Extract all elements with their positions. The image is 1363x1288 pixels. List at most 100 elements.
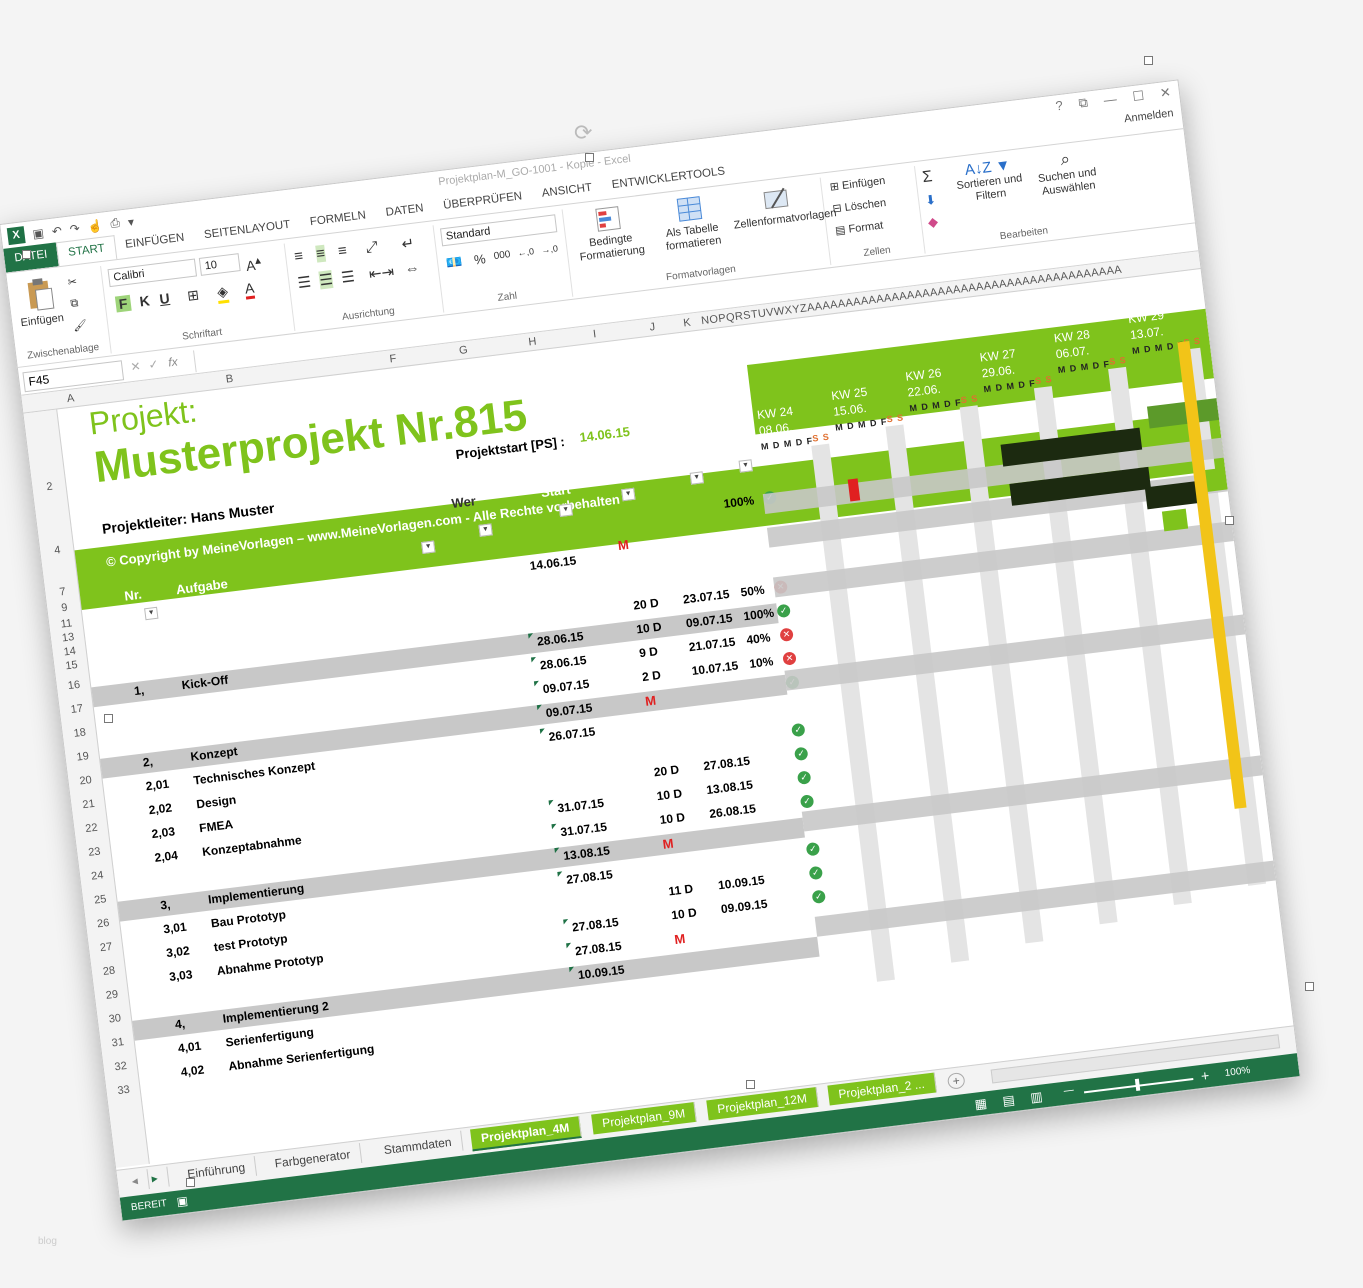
column-header-i[interactable]: I <box>592 328 597 340</box>
column-header-h[interactable]: H <box>528 336 537 349</box>
normal-view-icon[interactable]: ▦ <box>974 1095 988 1112</box>
filter-button-who[interactable]: ▼ <box>478 523 493 537</box>
row-header[interactable]: 16 <box>56 677 91 693</box>
thousands-button[interactable]: 000 <box>493 249 511 262</box>
filter-button-duration[interactable]: ▼ <box>621 487 636 502</box>
add-sheet-icon[interactable]: + <box>946 1071 966 1090</box>
filter-button-start[interactable]: ▼ <box>558 503 573 517</box>
rotate-handle-icon[interactable]: ⟳ <box>574 120 592 146</box>
borders-icon[interactable]: ⊞ <box>186 286 200 304</box>
minimize-icon[interactable]: — <box>1103 91 1118 108</box>
find-select-button[interactable]: ⌕ Suchen und Auswählen <box>1026 145 1107 200</box>
delete-cells-button[interactable]: ⊟ Löschen <box>832 196 887 215</box>
decimal-decrease-icon[interactable]: →,0 <box>541 243 559 255</box>
resize-handle-bottom-middle[interactable] <box>746 1080 755 1089</box>
resize-handle-top-left[interactable] <box>22 250 31 259</box>
row-header[interactable]: 26 <box>86 916 121 932</box>
align-left-icon[interactable]: ☰ <box>297 273 312 293</box>
format-as-table-button[interactable]: Als Tabelle formatieren <box>648 191 734 255</box>
column-header-g[interactable]: G <box>458 344 468 357</box>
row-header[interactable]: 19 <box>65 749 100 765</box>
redo-icon[interactable]: ↷ <box>69 221 81 236</box>
filter-button-nr[interactable]: ▼ <box>144 606 159 621</box>
row-header[interactable]: 9 <box>47 600 82 616</box>
row-header[interactable]: 24 <box>80 868 115 884</box>
copy-icon[interactable]: ⧉ <box>70 297 79 311</box>
column-header-b[interactable]: B <box>225 373 234 386</box>
column-header-a[interactable]: A <box>66 392 75 405</box>
paste-button[interactable]: Einfügen <box>15 275 65 329</box>
cancel-formula-icon[interactable]: ✕ <box>130 359 142 374</box>
filter-button-end[interactable]: ▼ <box>689 471 705 485</box>
sheet-nav-next-icon[interactable]: ▸ <box>140 1166 170 1190</box>
zoom-out-icon[interactable]: — <box>1063 1085 1074 1097</box>
row-header[interactable]: 30 <box>97 1011 132 1027</box>
row-header[interactable]: 4 <box>40 542 75 558</box>
italic-button[interactable]: K <box>139 292 151 309</box>
save-icon[interactable]: ▣ <box>32 225 45 240</box>
macro-record-icon[interactable]: ▣ <box>176 1193 189 1208</box>
resize-handle-right-middle[interactable] <box>1225 516 1234 525</box>
grow-font-icon[interactable]: A▴ <box>245 253 262 274</box>
customize-qat-icon[interactable]: ▾ <box>127 214 135 229</box>
insert-cells-button[interactable]: ⊞ Einfügen <box>829 174 886 194</box>
row-header[interactable]: 32 <box>103 1059 138 1075</box>
row-header[interactable]: 23 <box>77 844 112 860</box>
align-top-icon[interactable]: ≡ <box>293 247 304 265</box>
row-header[interactable]: 17 <box>59 701 94 717</box>
column-header-f[interactable]: F <box>389 353 397 366</box>
row-header[interactable]: 31 <box>100 1035 135 1051</box>
autosum-icon[interactable]: Σ <box>921 168 933 187</box>
conditional-formatting-button[interactable]: Bedingte Formatierung <box>567 201 653 265</box>
wrap-text-icon[interactable]: ↵ <box>401 234 416 253</box>
row-header[interactable]: 15 <box>54 658 89 674</box>
filter-button-task[interactable]: ▼ <box>421 540 436 555</box>
number-format-select[interactable]: Standard <box>439 214 558 247</box>
page-break-view-icon[interactable]: ▥ <box>1029 1089 1043 1106</box>
page-layout-view-icon[interactable]: ▤ <box>1002 1092 1016 1109</box>
currency-icon[interactable]: 💶 <box>445 254 463 272</box>
decimal-increase-icon[interactable]: ←,0 <box>517 246 535 258</box>
touch-mode-icon[interactable]: ☝ <box>87 218 104 234</box>
cell-styles-button[interactable]: Zellenformatvorlagen <box>730 180 837 232</box>
fill-color-icon[interactable]: ◈ <box>216 282 230 304</box>
row-header[interactable]: 7 <box>45 584 80 600</box>
column-header-k[interactable]: K <box>683 317 692 330</box>
align-bottom-icon[interactable]: ≡ <box>337 242 348 260</box>
align-middle-icon[interactable]: ≡ <box>315 244 326 263</box>
insert-function-button[interactable]: fx <box>167 354 178 369</box>
row-header[interactable]: 29 <box>94 987 129 1003</box>
clear-icon[interactable]: ◆ <box>927 214 939 231</box>
format-painter-icon[interactable]: 🖌 <box>72 318 88 333</box>
help-icon[interactable]: ? <box>1055 98 1064 115</box>
row-header[interactable]: 21 <box>71 797 106 813</box>
bold-button[interactable]: F <box>114 294 132 313</box>
row-header[interactable]: 18 <box>62 725 97 741</box>
zoom-slider-thumb[interactable] <box>1134 1078 1141 1092</box>
row-header[interactable]: 27 <box>89 939 124 955</box>
orientation-icon[interactable]: ⤢ <box>365 238 379 256</box>
resize-handle-left-middle[interactable] <box>104 714 113 723</box>
resize-handle-bottom-right[interactable] <box>1305 982 1314 991</box>
font-color-icon[interactable]: A <box>243 279 256 300</box>
close-icon[interactable]: ✕ <box>1159 84 1172 101</box>
row-header[interactable]: 33 <box>106 1082 141 1098</box>
column-header-j[interactable]: J <box>649 321 656 334</box>
align-center-icon[interactable]: ☰ <box>318 269 334 290</box>
resize-handle-top-right[interactable] <box>1144 56 1153 65</box>
maximize-icon[interactable]: ☐ <box>1132 88 1146 105</box>
ribbon-display-icon[interactable]: ⧉ <box>1078 95 1089 112</box>
resize-handle-top-middle[interactable] <box>585 153 594 162</box>
filter-button-status[interactable]: ▼ <box>738 459 753 473</box>
sort-filter-button[interactable]: A↓Z ▼ Sortieren und Filtern <box>949 155 1030 207</box>
align-right-icon[interactable]: ☰ <box>340 267 355 287</box>
percent-button[interactable]: % <box>473 251 486 267</box>
cut-icon[interactable]: ✂ <box>67 275 78 289</box>
row-header[interactable]: 28 <box>91 963 126 979</box>
merge-center-icon[interactable]: ⇔ <box>404 259 421 278</box>
row-header[interactable]: 20 <box>68 773 103 789</box>
format-cells-button[interactable]: ▤ Format <box>834 218 884 237</box>
underline-button[interactable]: U <box>159 290 171 307</box>
font-name-select[interactable]: Calibri <box>107 258 198 288</box>
fill-icon[interactable]: ⬇ <box>924 192 937 209</box>
